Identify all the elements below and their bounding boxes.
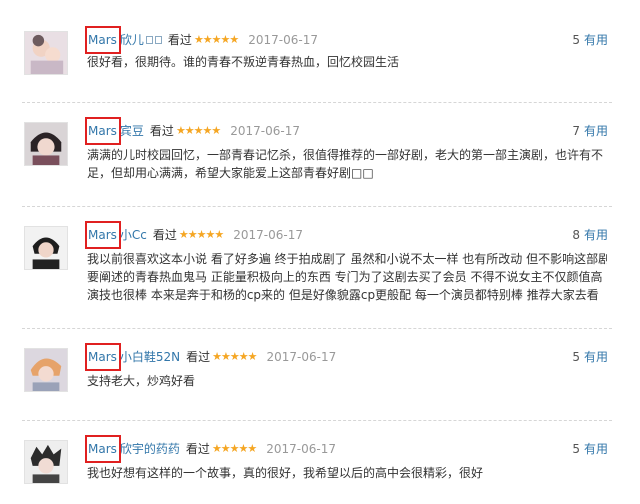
rating-stars: ★★★★★ [175, 124, 221, 137]
divider [22, 206, 612, 207]
review-content: 满满的儿时校园回忆，一部青春记忆杀，很值得推荐的一部好剧，老大的第一部主演剧，也… [87, 146, 607, 182]
useful-button[interactable]: 有用 [584, 228, 608, 242]
review-text-line: 要阐述的青春热血鬼马 正能量积极向上的东西 专门为了这剧去买了会员 不得不说女主… [87, 270, 603, 284]
username-link[interactable]: 宾豆 [120, 122, 144, 140]
watch-status: 看过 [185, 442, 210, 456]
handle-label[interactable]: Mars [85, 343, 121, 371]
review-header: Mars 欣宇的药药 看过 ★★★★★ 2017-06-17 [85, 435, 336, 463]
divider [22, 420, 612, 421]
placeholder-glyph [154, 36, 162, 44]
divider [22, 328, 612, 329]
avatar[interactable] [24, 122, 68, 166]
review-text-line: 足，但却用心满满，希望大家能爱上这部青春好剧□□ [87, 166, 374, 180]
review-header: Mars 小Cc 看过 ★★★★★ 2017-06-17 [85, 221, 303, 249]
watch-status: 看过 [186, 350, 211, 364]
review-date: 2017-06-17 [248, 33, 318, 47]
watch-status: 看过 [167, 33, 192, 47]
review-text-line: 演技也很棒 本来是奔于和杨的cp来的 但是好像貌露cp更般配 每一个演员都特别棒… [87, 288, 599, 302]
useful-vote[interactable]: 7 有用 [572, 122, 608, 140]
useful-vote[interactable]: 5 有用 [572, 31, 608, 49]
review-text-line: 满满的儿时校园回忆，一部青春记忆杀，很值得推荐的一部好剧，老大的第一部主演剧，也… [87, 148, 604, 162]
divider [22, 102, 612, 103]
review-text-line: 我也好想有这样的一个故事，真的很好，我希望以后的高中会很精彩，很好 [87, 466, 484, 480]
watch-status: 看过 [149, 124, 174, 138]
useful-button[interactable]: 有用 [584, 33, 608, 47]
useful-button[interactable]: 有用 [584, 350, 608, 364]
review-header: Mars 小白鞋52N 看过 ★★★★★ 2017-06-17 [85, 343, 337, 371]
rating-stars: ★★★★★ [178, 228, 224, 241]
useful-count: 8 [572, 228, 580, 242]
review-content: 我以前很喜欢这本小说 看了好多遍 终于拍成剧了 虽然和小说不太一样 也有所改动 … [87, 250, 607, 304]
handle-label[interactable]: Mars [85, 221, 121, 249]
avatar[interactable] [24, 31, 68, 75]
review-date: 2017-06-17 [230, 124, 300, 138]
useful-count: 5 [572, 350, 580, 364]
username-link[interactable]: 小白鞋52N [120, 348, 180, 366]
rating-stars: ★★★★★ [193, 33, 239, 46]
avatar[interactable] [24, 226, 68, 270]
review-date: 2017-06-17 [266, 350, 337, 364]
rating-stars: ★★★★★ [212, 350, 257, 363]
review-content: 支持老大，炒鸡好看 [87, 372, 607, 390]
avatar[interactable] [24, 348, 68, 392]
username-link[interactable]: 小Cc [120, 226, 147, 244]
useful-vote[interactable]: 5 有用 [572, 348, 608, 366]
useful-button[interactable]: 有用 [584, 124, 608, 138]
useful-vote[interactable]: 5 有用 [572, 440, 608, 458]
handle-label[interactable]: Mars [85, 435, 121, 463]
watch-status: 看过 [152, 228, 177, 242]
useful-count: 7 [572, 124, 580, 138]
useful-vote[interactable]: 8 有用 [572, 226, 608, 244]
review-text-line: 很好看，很期待。谁的青春不叛逆青春热血，回忆校园生活 [87, 55, 400, 69]
review-header: Mars 宾豆 看过 ★★★★★ 2017-06-17 [85, 117, 300, 145]
handle-label[interactable]: Mars [85, 117, 121, 145]
review-content: 很好看，很期待。谁的青春不叛逆青春热血，回忆校园生活 [87, 53, 607, 71]
review-content: 我也好想有这样的一个故事，真的很好，我希望以后的高中会很精彩，很好 [87, 464, 607, 482]
avatar[interactable] [24, 440, 68, 484]
placeholder-glyph [145, 36, 153, 44]
review-date: 2017-06-17 [233, 228, 303, 242]
useful-count: 5 [572, 442, 580, 456]
username-link[interactable]: 欣宇的药药 [120, 440, 180, 458]
username-link[interactable]: 欣儿 [120, 31, 144, 49]
review-text-line: 支持老大，炒鸡好看 [87, 374, 196, 388]
useful-button[interactable]: 有用 [584, 442, 608, 456]
review-text-line: 我以前很喜欢这本小说 看了好多遍 终于拍成剧了 虽然和小说不太一样 也有所改动 … [87, 252, 607, 266]
review-date: 2017-06-17 [266, 442, 336, 456]
handle-label[interactable]: Mars [85, 26, 121, 54]
useful-count: 5 [572, 33, 580, 47]
rating-stars: ★★★★★ [211, 442, 257, 455]
review-header: Mars 欣儿 看过 ★★★★★ 2017-06-17 [85, 26, 318, 54]
